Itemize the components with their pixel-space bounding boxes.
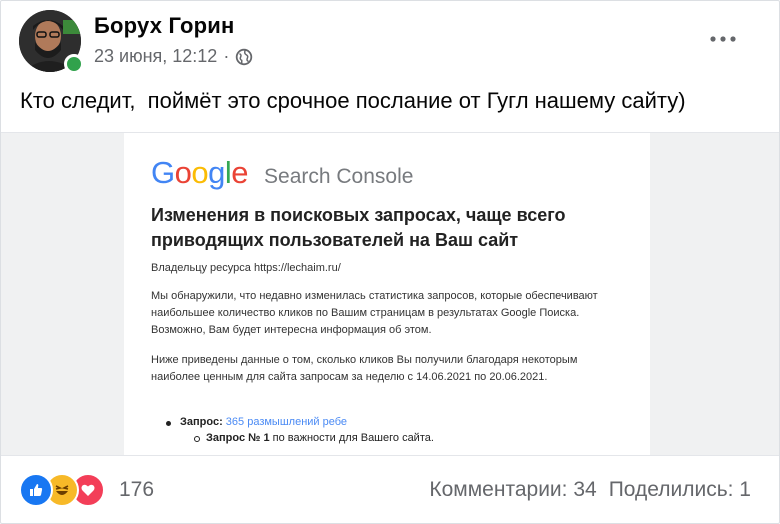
owner-line: Владельцу ресурса https://lechaim.ru/ — [151, 260, 341, 277]
reactions-summary[interactable]: 176 — [19, 473, 154, 507]
search-console-logo: Google Search Console — [151, 155, 413, 191]
post-date[interactable]: 23 июня, 12:12 — [94, 46, 217, 67]
more-options-button[interactable] — [707, 23, 739, 55]
online-status-dot — [64, 54, 84, 74]
post-card: Борух Горин 23 июня, 12:12 · Кто следит,… — [0, 0, 780, 524]
post-meta: 23 июня, 12:12 · — [94, 46, 253, 67]
query-list: Запрос: 365 размышлений ребе Запрос № 1 … — [166, 416, 434, 444]
email-paragraph-1: Мы обнаружили, что недавно изменилась ст… — [151, 290, 598, 336]
list-item: Запрос № 1 по важности для Вашего сайта. — [194, 432, 434, 444]
rank-text: по важности для Вашего сайта. — [269, 432, 434, 444]
owner-url: https://lechaim.ru/ — [253, 262, 341, 274]
reaction-count: 176 — [119, 478, 155, 501]
post-image[interactable]: Google Search Console Изменения в поиско… — [1, 132, 779, 456]
comments-count-link[interactable]: Комментарии: 34 — [429, 478, 596, 502]
rank-label: Запрос № 1 — [206, 432, 270, 444]
meta-separator: · — [223, 46, 230, 66]
google-logo: Google — [151, 155, 249, 190]
email-screenshot: Google Search Console Изменения в поиско… — [124, 133, 650, 455]
query-value: 365 размышлений ребе — [225, 416, 348, 428]
post-stats: Комментарии: 34 Поделились: 1 — [429, 478, 751, 502]
query-sublist: Запрос № 1 по важности для Вашего сайта. — [194, 432, 434, 444]
like-reaction-icon — [19, 473, 53, 507]
post-text: Кто следит, поймёт это срочное послание … — [20, 88, 686, 113]
more-options-icon — [710, 36, 736, 42]
owner-prefix: Владельцу ресурса — [151, 262, 254, 274]
list-item: Запрос: 365 размышлений ребе Запрос № 1 … — [166, 416, 434, 444]
author-name[interactable]: Борух Горин — [94, 13, 235, 39]
product-name: Search Console — [264, 165, 414, 188]
email-headline: Изменения в поисковых запросах, чаще все… — [151, 205, 566, 250]
email-paragraph-2: Ниже приведены данные о том, сколько кли… — [151, 354, 578, 383]
shares-count-link[interactable]: Поделились: 1 — [609, 478, 751, 502]
globe-icon[interactable] — [235, 48, 253, 66]
query-label: Запрос: — [180, 416, 223, 428]
